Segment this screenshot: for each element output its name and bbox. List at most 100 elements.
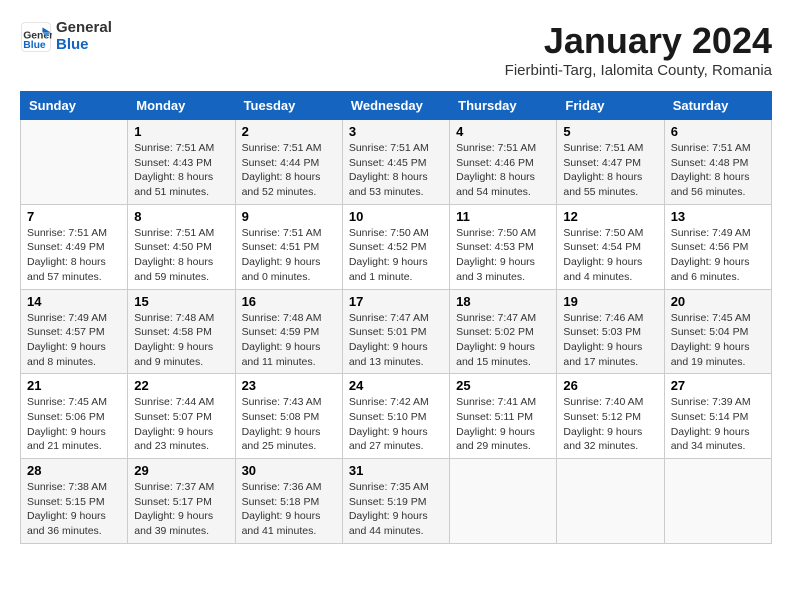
day-number: 21 — [27, 378, 121, 393]
day-cell: 3 Sunrise: 7:51 AMSunset: 4:45 PMDaylight… — [342, 120, 449, 205]
day-info: Sunrise: 7:51 AMSunset: 4:51 PMDaylight:… — [242, 226, 336, 285]
day-number: 2 — [242, 124, 336, 139]
day-info: Sunrise: 7:51 AMSunset: 4:46 PMDaylight:… — [456, 141, 550, 200]
day-info: Sunrise: 7:40 AMSunset: 5:12 PMDaylight:… — [563, 395, 657, 454]
location-title: Fierbinti-Targ, Ialomita County, Romania — [505, 62, 772, 79]
day-cell: 17 Sunrise: 7:47 AMSunset: 5:01 PMDayligh… — [342, 289, 449, 374]
day-info: Sunrise: 7:42 AMSunset: 5:10 PMDaylight:… — [349, 395, 443, 454]
logo-blue: Blue — [56, 36, 89, 53]
day-info: Sunrise: 7:49 AMSunset: 4:57 PMDaylight:… — [27, 311, 121, 370]
day-info: Sunrise: 7:39 AMSunset: 5:14 PMDaylight:… — [671, 395, 765, 454]
day-cell: 13 Sunrise: 7:49 AMSunset: 4:56 PMDayligh… — [664, 204, 771, 289]
day-cell: 25 Sunrise: 7:41 AMSunset: 5:11 PMDayligh… — [450, 374, 557, 459]
day-cell: 20 Sunrise: 7:45 AMSunset: 5:04 PMDayligh… — [664, 289, 771, 374]
day-cell: 7 Sunrise: 7:51 AMSunset: 4:49 PMDaylight… — [21, 204, 128, 289]
day-cell: 2Sunrise: 7:51 AMSunset: 4:44 PMDaylight… — [235, 120, 342, 205]
day-number: 4 — [456, 124, 550, 139]
logo-icon: General Blue — [20, 21, 52, 53]
day-cell: 6Sunrise: 7:51 AMSunset: 4:48 PMDaylight… — [664, 120, 771, 205]
day-cell: 12Sunrise: 7:50 AMSunset: 4:54 PMDayligh… — [557, 204, 664, 289]
day-info: Sunrise: 7:51 AMSunset: 4:45 PMDaylight:… — [349, 141, 443, 200]
day-info: Sunrise: 7:50 AMSunset: 4:53 PMDaylight:… — [456, 226, 550, 285]
day-number: 26 — [563, 378, 657, 393]
day-cell: 5 Sunrise: 7:51 AMSunset: 4:47 PMDaylight… — [557, 120, 664, 205]
day-info: Sunrise: 7:36 AMSunset: 5:18 PMDaylight:… — [242, 480, 336, 539]
day-cell: 11 Sunrise: 7:50 AMSunset: 4:53 PMDayligh… — [450, 204, 557, 289]
day-number: 29 — [134, 463, 228, 478]
day-info: Sunrise: 7:48 AMSunset: 4:58 PMDaylight:… — [134, 311, 228, 370]
day-cell — [557, 459, 664, 544]
day-info: Sunrise: 7:46 AMSunset: 5:03 PMDaylight:… — [563, 311, 657, 370]
day-number: 18 — [456, 294, 550, 309]
day-number: 13 — [671, 209, 765, 224]
day-cell: 28 Sunrise: 7:38 AMSunset: 5:15 PMDayligh… — [21, 459, 128, 544]
day-number: 24 — [349, 378, 443, 393]
day-cell: 22 Sunrise: 7:44 AMSunset: 5:07 PMDayligh… — [128, 374, 235, 459]
day-number: 30 — [242, 463, 336, 478]
day-cell — [21, 120, 128, 205]
day-cell: 30 Sunrise: 7:36 AMSunset: 5:18 PMDayligh… — [235, 459, 342, 544]
day-number: 25 — [456, 378, 550, 393]
logo: General Blue General Blue — [20, 20, 112, 53]
week-row-2: 7 Sunrise: 7:51 AMSunset: 4:49 PMDaylight… — [21, 204, 772, 289]
day-info: Sunrise: 7:45 AMSunset: 5:04 PMDaylight:… — [671, 311, 765, 370]
day-cell: 16Sunrise: 7:48 AMSunset: 4:59 PMDayligh… — [235, 289, 342, 374]
day-info: Sunrise: 7:45 AMSunset: 5:06 PMDaylight:… — [27, 395, 121, 454]
day-info: Sunrise: 7:49 AMSunset: 4:56 PMDaylight:… — [671, 226, 765, 285]
day-info: Sunrise: 7:47 AMSunset: 5:02 PMDaylight:… — [456, 311, 550, 370]
day-info: Sunrise: 7:44 AMSunset: 5:07 PMDaylight:… — [134, 395, 228, 454]
day-cell: 29 Sunrise: 7:37 AMSunset: 5:17 PMDayligh… — [128, 459, 235, 544]
day-number: 9 — [242, 209, 336, 224]
day-info: Sunrise: 7:47 AMSunset: 5:01 PMDaylight:… — [349, 311, 443, 370]
day-cell: 8 Sunrise: 7:51 AMSunset: 4:50 PMDaylight… — [128, 204, 235, 289]
header-cell-wednesday: Wednesday — [342, 92, 449, 120]
header-cell-sunday: Sunday — [21, 92, 128, 120]
header-cell-thursday: Thursday — [450, 92, 557, 120]
day-number: 23 — [242, 378, 336, 393]
day-cell: 9 Sunrise: 7:51 AMSunset: 4:51 PMDaylight… — [235, 204, 342, 289]
day-info: Sunrise: 7:51 AMSunset: 4:49 PMDaylight:… — [27, 226, 121, 285]
day-number: 22 — [134, 378, 228, 393]
day-number: 10 — [349, 209, 443, 224]
day-cell — [664, 459, 771, 544]
header-row: SundayMondayTuesdayWednesdayThursdayFrid… — [21, 92, 772, 120]
day-number: 15 — [134, 294, 228, 309]
day-number: 8 — [134, 209, 228, 224]
day-number: 7 — [27, 209, 121, 224]
day-number: 17 — [349, 294, 443, 309]
day-info: Sunrise: 7:51 AMSunset: 4:50 PMDaylight:… — [134, 226, 228, 285]
day-cell: 21 Sunrise: 7:45 AMSunset: 5:06 PMDayligh… — [21, 374, 128, 459]
header: General Blue General Blue January 2024 F… — [20, 20, 772, 79]
day-info: Sunrise: 7:38 AMSunset: 5:15 PMDaylight:… — [27, 480, 121, 539]
day-cell: 24 Sunrise: 7:42 AMSunset: 5:10 PMDayligh… — [342, 374, 449, 459]
day-number: 3 — [349, 124, 443, 139]
svg-text:Blue: Blue — [23, 40, 46, 51]
header-cell-friday: Friday — [557, 92, 664, 120]
day-number: 6 — [671, 124, 765, 139]
day-info: Sunrise: 7:37 AMSunset: 5:17 PMDaylight:… — [134, 480, 228, 539]
week-row-5: 28 Sunrise: 7:38 AMSunset: 5:15 PMDayligh… — [21, 459, 772, 544]
day-cell: 19 Sunrise: 7:46 AMSunset: 5:03 PMDayligh… — [557, 289, 664, 374]
day-cell: 23Sunrise: 7:43 AMSunset: 5:08 PMDayligh… — [235, 374, 342, 459]
logo-general: General — [56, 19, 112, 36]
header-cell-saturday: Saturday — [664, 92, 771, 120]
day-number: 5 — [563, 124, 657, 139]
day-number: 27 — [671, 378, 765, 393]
day-cell: 14Sunrise: 7:49 AMSunset: 4:57 PMDayligh… — [21, 289, 128, 374]
day-info: Sunrise: 7:50 AMSunset: 4:54 PMDaylight:… — [563, 226, 657, 285]
header-cell-monday: Monday — [128, 92, 235, 120]
month-title: January 2024 — [505, 20, 772, 62]
day-cell: 10Sunrise: 7:50 AMSunset: 4:52 PMDayligh… — [342, 204, 449, 289]
day-info: Sunrise: 7:51 AMSunset: 4:47 PMDaylight:… — [563, 141, 657, 200]
day-number: 11 — [456, 209, 550, 224]
calendar-table: SundayMondayTuesdayWednesdayThursdayFrid… — [20, 91, 772, 544]
day-info: Sunrise: 7:41 AMSunset: 5:11 PMDaylight:… — [456, 395, 550, 454]
day-number: 31 — [349, 463, 443, 478]
day-number: 19 — [563, 294, 657, 309]
title-area: January 2024 Fierbinti-Targ, Ialomita Co… — [505, 20, 772, 79]
day-number: 28 — [27, 463, 121, 478]
day-cell: 26 Sunrise: 7:40 AMSunset: 5:12 PMDayligh… — [557, 374, 664, 459]
day-cell: 18 Sunrise: 7:47 AMSunset: 5:02 PMDayligh… — [450, 289, 557, 374]
header-cell-tuesday: Tuesday — [235, 92, 342, 120]
day-number: 20 — [671, 294, 765, 309]
